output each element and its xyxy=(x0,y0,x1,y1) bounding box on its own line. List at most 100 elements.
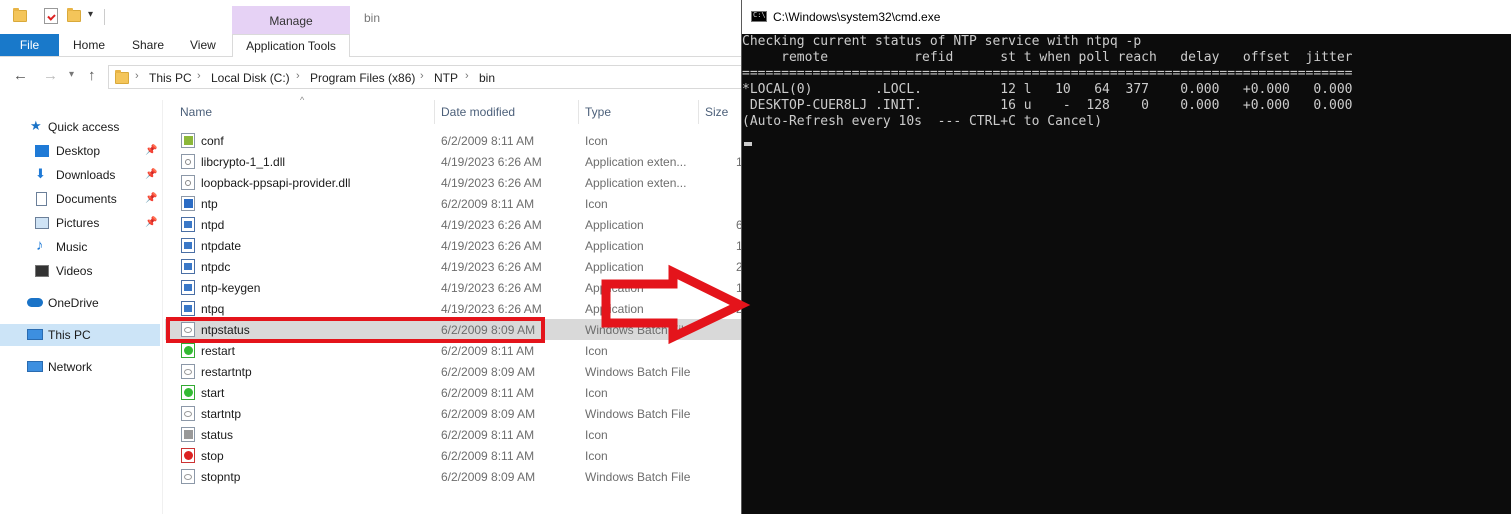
file-row[interactable]: conf 6/2/2009 8:11 AM Icon xyxy=(165,130,742,151)
tab-home[interactable]: Home xyxy=(73,34,105,56)
forward-arrow-icon[interactable]: → xyxy=(43,67,58,84)
nav-videos[interactable]: Videos xyxy=(0,260,160,282)
file-date-modified: 4/19/2023 6:26 AM xyxy=(441,155,542,169)
nav-quick-access[interactable]: ★ Quick access xyxy=(0,116,160,138)
text-cursor xyxy=(744,142,752,146)
nav-music[interactable]: ♪ Music xyxy=(0,236,160,258)
file-type: Windows Batch File xyxy=(585,470,691,484)
recent-locations-icon[interactable]: ▾ xyxy=(69,69,74,80)
nav-network[interactable]: Network xyxy=(0,356,160,378)
nav-this-pc[interactable]: This PC xyxy=(0,324,160,346)
chevron-right-icon: › xyxy=(465,70,469,82)
console-line: remote refid st t when poll reach delay … xyxy=(742,50,1353,65)
cmd-title-bar[interactable]: C:\Windows\system32\cmd.exe xyxy=(742,0,1511,34)
nav-downloads[interactable]: ⬇ Downloads 📌 xyxy=(0,164,160,186)
file-date-modified: 4/19/2023 6:26 AM xyxy=(441,302,542,316)
folder-icon[interactable] xyxy=(13,8,27,22)
network-icon xyxy=(27,361,43,372)
tab-view[interactable]: View xyxy=(190,34,216,56)
up-arrow-icon[interactable]: ↑ xyxy=(88,67,96,84)
file-row[interactable]: ntp-keygen 4/19/2023 6:26 AM Application 1 xyxy=(165,277,742,298)
console-line: (Auto-Refresh every 10s --- CTRL+C to Ca… xyxy=(742,114,1103,129)
file-name: ntpdate xyxy=(201,239,242,253)
status-icon xyxy=(181,427,195,442)
star-icon: ★ xyxy=(30,118,42,133)
column-divider[interactable] xyxy=(434,100,435,124)
file-name: restart xyxy=(201,344,236,358)
nav-pictures[interactable]: Pictures 📌 xyxy=(0,212,160,234)
pictures-icon xyxy=(35,217,49,229)
toolbar-divider xyxy=(104,9,105,25)
exe-icon xyxy=(181,259,195,274)
sort-ascending-icon: ^ xyxy=(300,95,305,105)
file-date-modified: 6/2/2009 8:09 AM xyxy=(441,470,536,484)
nav-label: Videos xyxy=(56,264,93,278)
file-name: ntpd xyxy=(201,218,225,232)
file-date-modified: 4/19/2023 6:26 AM xyxy=(441,260,542,274)
conf-icon xyxy=(181,133,195,148)
file-row[interactable]: libcrypto-1_1.dll 4/19/2023 6:26 AM Applic… xyxy=(165,151,742,172)
tab-file[interactable]: File xyxy=(0,34,59,56)
column-header-name[interactable]: Name xyxy=(180,105,212,119)
breadcrumb-local-disk[interactable]: Local Disk (C:) xyxy=(211,71,290,85)
file-name: ntpq xyxy=(201,302,225,316)
cmd-window[interactable]: C:\Windows\system32\cmd.exe Checking cur… xyxy=(741,0,1511,514)
breadcrumb-ntp[interactable]: NTP xyxy=(434,71,458,85)
nav-label: Quick access xyxy=(48,120,120,134)
nav-desktop[interactable]: Desktop 📌 xyxy=(0,140,160,162)
column-header-date-modified[interactable]: Date modified xyxy=(441,105,515,119)
column-divider[interactable] xyxy=(698,100,699,124)
file-name: ntp xyxy=(201,197,218,211)
file-row[interactable]: startntp 6/2/2009 8:09 AM Windows Batch Fi… xyxy=(165,403,742,424)
file-row[interactable]: ntpdate 4/19/2023 6:26 AM Application 1 xyxy=(165,235,742,256)
file-row[interactable]: status 6/2/2009 8:11 AM Icon xyxy=(165,424,742,445)
file-name: stop xyxy=(201,449,224,463)
nav-label: OneDrive xyxy=(48,296,99,310)
new-folder-icon[interactable] xyxy=(67,8,81,22)
file-row[interactable]: restart 6/2/2009 8:11 AM Icon xyxy=(165,340,742,361)
back-arrow-icon[interactable]: ← xyxy=(13,67,28,84)
ntp-icon xyxy=(181,196,195,211)
file-type: Application xyxy=(585,260,644,274)
properties-icon[interactable] xyxy=(44,8,58,24)
nav-documents[interactable]: Documents 📌 xyxy=(0,188,160,210)
navigation-pane: ★ Quick access Desktop 📌 ⬇ Downloads 📌 D… xyxy=(0,100,163,514)
breadcrumb-this-pc[interactable]: This PC xyxy=(149,71,192,85)
pin-icon[interactable]: 📌 xyxy=(145,140,157,162)
column-header-type[interactable]: Type xyxy=(585,105,611,119)
customize-toolbar-icon[interactable]: ▾ xyxy=(88,9,93,20)
address-bar[interactable]: › This PC › Local Disk (C:) › Program Fi… xyxy=(108,65,742,89)
breadcrumb-program-files[interactable]: Program Files (x86) xyxy=(310,71,415,85)
chevron-right-icon: › xyxy=(420,70,424,82)
tab-share[interactable]: Share xyxy=(132,34,164,56)
column-divider[interactable] xyxy=(578,100,579,124)
pin-icon[interactable]: 📌 xyxy=(145,188,157,210)
file-date-modified: 6/2/2009 8:09 AM xyxy=(441,365,536,379)
column-header-size[interactable]: Size xyxy=(705,105,728,119)
file-row[interactable]: ntpd 4/19/2023 6:26 AM Application 6 xyxy=(165,214,742,235)
file-name: startntp xyxy=(201,407,242,421)
breadcrumb-bin[interactable]: bin xyxy=(479,71,495,85)
file-date-modified: 4/19/2023 6:26 AM xyxy=(441,281,542,295)
file-row[interactable]: loopback-ppsapi-provider.dll 4/19/2023 6:… xyxy=(165,172,742,193)
file-row[interactable]: restartntp 6/2/2009 8:09 AM Windows Batch … xyxy=(165,361,742,382)
download-icon: ⬇ xyxy=(35,166,46,181)
pin-icon[interactable]: 📌 xyxy=(145,212,157,234)
tab-application-tools[interactable]: Application Tools xyxy=(232,34,350,57)
window-title: bin xyxy=(364,11,381,25)
file-date-modified: 6/2/2009 8:11 AM xyxy=(441,428,535,442)
file-row[interactable]: stopntp 6/2/2009 8:09 AM Windows Batch Fil… xyxy=(165,466,742,487)
file-type: Application xyxy=(585,218,644,232)
file-date-modified: 6/2/2009 8:11 AM xyxy=(441,386,535,400)
file-row[interactable]: stop 6/2/2009 8:11 AM Icon xyxy=(165,445,742,466)
file-row[interactable]: start 6/2/2009 8:11 AM Icon xyxy=(165,382,742,403)
file-row[interactable]: ntpq 4/19/2023 6:26 AM Application 2 xyxy=(165,298,742,319)
file-row[interactable]: ntp 6/2/2009 8:11 AM Icon xyxy=(165,193,742,214)
pin-icon[interactable]: 📌 xyxy=(145,164,157,186)
stop-icon xyxy=(181,448,195,463)
file-row[interactable]: ntpdc 4/19/2023 6:26 AM Application 2 xyxy=(165,256,742,277)
file-name: stopntp xyxy=(201,470,241,484)
nav-onedrive[interactable]: OneDrive xyxy=(0,292,160,314)
music-icon: ♪ xyxy=(36,237,44,254)
computer-icon xyxy=(27,329,43,340)
